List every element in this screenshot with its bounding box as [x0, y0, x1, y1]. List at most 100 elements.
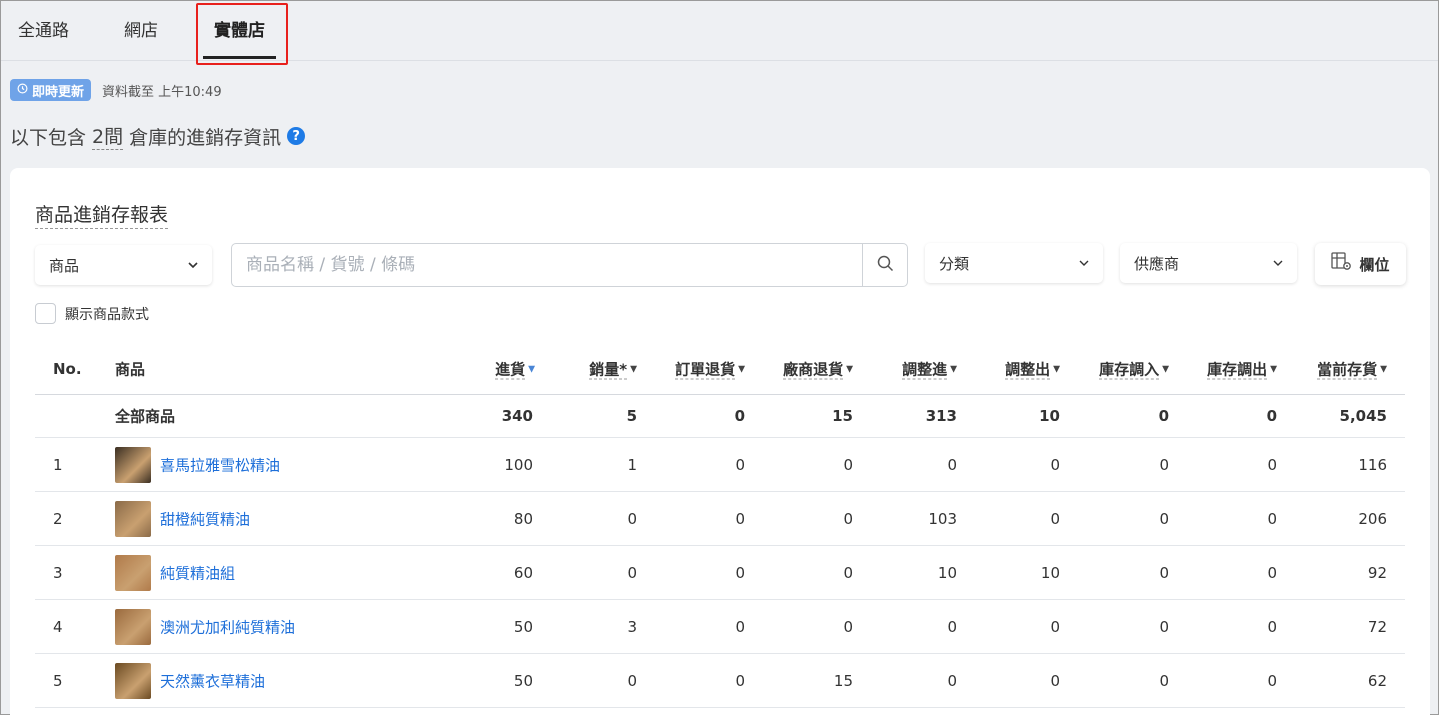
row-value: 0 — [947, 455, 957, 474]
row-value: 0 — [1267, 509, 1277, 528]
row-value: 0 — [627, 509, 637, 528]
columns-button-label: 欄位 — [1359, 255, 1390, 274]
row-value: 0 — [735, 617, 745, 636]
supplier-select[interactable]: 供應商 — [1120, 243, 1297, 283]
product-thumbnail[interactable] — [115, 608, 151, 645]
row-value: 0 — [1050, 671, 1060, 690]
row-value: 0 — [1267, 563, 1277, 582]
inventory-table: No. 商品 進貨 ▼ 銷量* ▼ 訂單退貨 ▼ 廠商退貨 ▼ 調整進 ▼ 調整出 ▼ 庫存… — [35, 343, 1405, 708]
row-number: 4 — [53, 617, 63, 636]
column-header-transfer-in[interactable]: 庫存調入 ▼ — [1099, 358, 1169, 379]
row-value: 15 — [833, 671, 853, 690]
chevron-down-icon — [188, 259, 198, 272]
search-icon — [877, 255, 894, 276]
report-title: 商品進銷存報表 — [35, 200, 169, 229]
category-select[interactable]: 分類 — [925, 243, 1103, 283]
chevron-down-icon — [1079, 257, 1089, 270]
column-header-current-stock[interactable]: 當前存貨 ▼ — [1317, 358, 1387, 379]
column-header-order-returns[interactable]: 訂單退貨 ▼ — [675, 358, 745, 379]
product-name-link[interactable]: 天然薰衣草精油 — [160, 670, 265, 691]
column-settings-icon — [1331, 252, 1353, 276]
row-value: 3 — [627, 617, 637, 636]
row-value: 0 — [843, 617, 853, 636]
row-value: 92 — [1367, 563, 1387, 582]
row-value: 0 — [1267, 671, 1277, 690]
total-value: 0 — [1158, 407, 1169, 425]
row-value: 0 — [947, 617, 957, 636]
row-number: 3 — [53, 563, 63, 582]
row-value: 0 — [1159, 509, 1169, 528]
total-value: 0 — [1266, 407, 1277, 425]
row-value: 100 — [504, 455, 533, 474]
search-box — [231, 243, 908, 287]
column-header-no: No. — [53, 359, 82, 378]
table-row: 3 純質精油組 60 0 0 0 10 10 0 0 92 — [35, 546, 1405, 600]
product-name-link[interactable]: 甜橙純質精油 — [160, 508, 250, 529]
supplier-select-value: 供應商 — [1134, 254, 1180, 273]
row-value: 0 — [735, 563, 745, 582]
show-variants-label: 顯示商品款式 — [65, 306, 149, 323]
product-thumbnail[interactable] — [115, 446, 151, 483]
product-thumbnail[interactable] — [115, 500, 151, 537]
row-value: 116 — [1358, 455, 1387, 474]
realtime-badge: 即時更新 — [10, 79, 92, 101]
sort-caret-icon: ▼ — [1162, 364, 1169, 375]
column-header-adjust-out[interactable]: 調整出 ▼ — [1005, 358, 1060, 379]
row-value: 10 — [937, 563, 957, 582]
total-label: 全部商品 — [115, 407, 176, 426]
row-number: 1 — [53, 455, 63, 474]
row-value: 60 — [513, 563, 533, 582]
total-value: 5,045 — [1339, 407, 1387, 425]
column-header-supplier-returns[interactable]: 廠商退貨 ▼ — [783, 358, 853, 379]
row-number: 5 — [53, 671, 63, 690]
column-header-sales[interactable]: 銷量* ▼ — [589, 358, 637, 379]
product-select[interactable]: 商品 — [35, 245, 212, 285]
heading-prefix: 以下包含 — [10, 126, 87, 149]
row-value: 0 — [735, 509, 745, 528]
row-value: 0 — [627, 563, 637, 582]
sort-caret-icon: ▼ — [738, 364, 745, 375]
product-name-link[interactable]: 喜馬拉雅雪松精油 — [160, 454, 280, 475]
row-value: 72 — [1367, 617, 1387, 636]
product-thumbnail[interactable] — [115, 662, 151, 699]
product-name-link[interactable]: 純質精油組 — [160, 562, 235, 583]
heading-suffix: 倉庫的進銷存資訊 — [129, 126, 282, 149]
sort-caret-icon: ▼ — [630, 364, 637, 375]
search-input[interactable] — [232, 244, 862, 286]
table-row: 1 喜馬拉雅雪松精油 100 1 0 0 0 0 0 0 116 — [35, 438, 1405, 492]
tab-online-store[interactable]: 網店 — [124, 16, 158, 41]
table-row: 5 天然薰衣草精油 50 0 0 15 0 0 0 0 62 — [35, 654, 1405, 708]
search-button[interactable] — [862, 244, 907, 286]
highlight-box — [196, 3, 288, 65]
row-value: 0 — [1050, 509, 1060, 528]
show-variants-checkbox[interactable] — [35, 303, 56, 324]
total-value: 5 — [626, 407, 637, 425]
row-value: 0 — [1159, 617, 1169, 636]
row-value: 0 — [1050, 617, 1060, 636]
help-icon[interactable]: ? — [287, 127, 306, 145]
columns-button[interactable]: 欄位 — [1315, 243, 1406, 285]
product-name-link[interactable]: 澳洲尤加利純質精油 — [160, 616, 295, 637]
row-value: 0 — [947, 671, 957, 690]
column-header-adjust-in[interactable]: 調整進 ▼ — [902, 358, 957, 379]
data-timestamp: 資料截至 上午10:49 — [102, 85, 222, 100]
show-variants-option: 顯示商品款式 — [35, 303, 149, 324]
tab-all-channels[interactable]: 全通路 — [18, 16, 69, 41]
history-icon — [17, 83, 28, 97]
total-value: 340 — [501, 407, 533, 425]
product-thumbnail[interactable] — [115, 554, 151, 591]
table-row: 2 甜橙純質精油 80 0 0 0 103 0 0 0 206 — [35, 492, 1405, 546]
product-select-value: 商品 — [49, 256, 80, 275]
column-header-purchase[interactable]: 進貨 ▼ — [495, 358, 535, 379]
row-value: 0 — [1159, 563, 1169, 582]
row-value: 0 — [1267, 455, 1277, 474]
row-value: 0 — [1159, 455, 1169, 474]
column-header-transfer-out[interactable]: 庫存調出 ▼ — [1207, 358, 1277, 379]
warehouse-count[interactable]: 2間 — [92, 122, 124, 150]
sort-caret-icon: ▼ — [1270, 364, 1277, 375]
page-heading: 以下包含 2間 倉庫的進銷存資訊 ? — [10, 122, 306, 150]
row-value: 0 — [843, 509, 853, 528]
row-number: 2 — [53, 509, 63, 528]
sort-caret-icon: ▼ — [1380, 364, 1387, 375]
row-value: 0 — [735, 455, 745, 474]
